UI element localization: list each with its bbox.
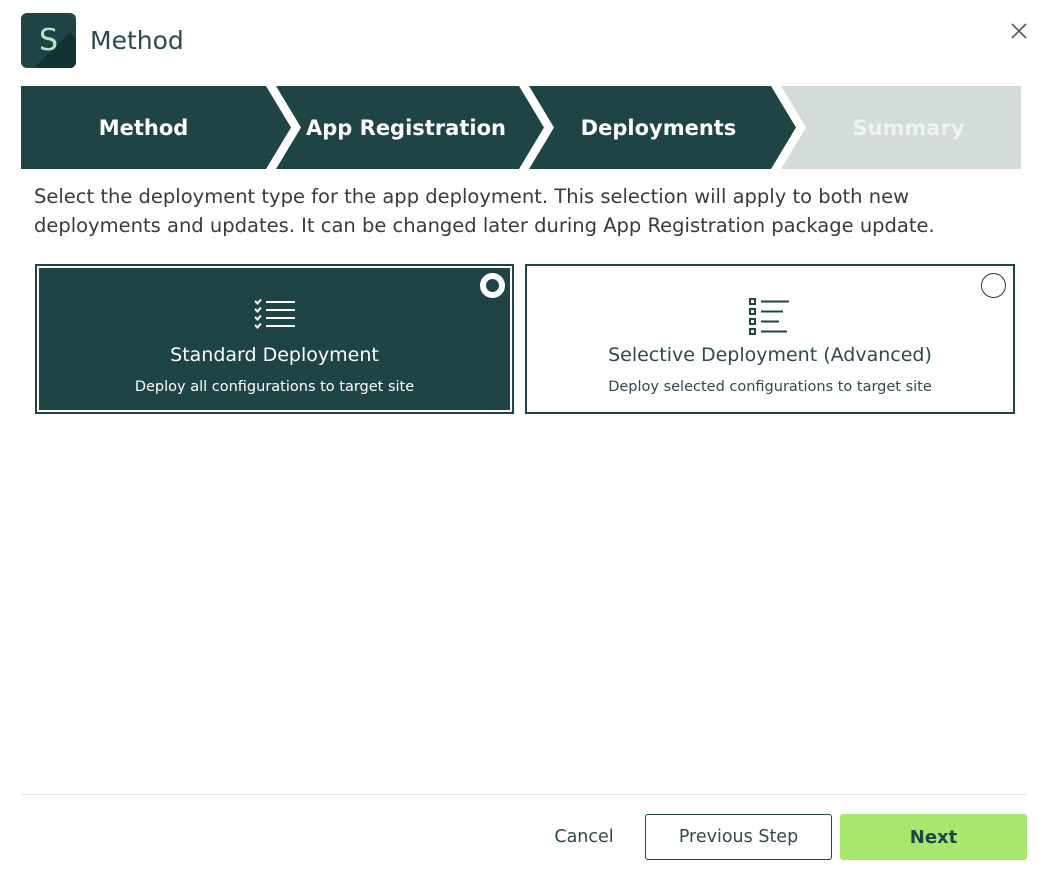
next-button[interactable]: Next bbox=[840, 814, 1027, 860]
option-subtitle: Deploy selected configurations to target… bbox=[608, 379, 932, 395]
step-summary: Summary bbox=[852, 115, 965, 140]
previous-step-button[interactable]: Previous Step bbox=[645, 814, 832, 860]
radio-unselected[interactable] bbox=[981, 273, 1006, 298]
option-selective-deployment[interactable]: Selective Deployment (Advanced) Deploy s… bbox=[525, 264, 1015, 414]
app-logo: S bbox=[21, 12, 76, 68]
option-title: Selective Deployment (Advanced) bbox=[608, 344, 932, 366]
select-list-icon bbox=[749, 298, 791, 341]
option-subtitle: Deploy all configurations to target site bbox=[134, 379, 415, 395]
wizard-stepper: Method App Registration Deployments Summ… bbox=[21, 86, 1021, 169]
radio-selected[interactable] bbox=[480, 273, 505, 298]
dialog-title: Method bbox=[90, 25, 184, 55]
option-title: Standard Deployment bbox=[170, 344, 379, 366]
step-app-registration[interactable]: App Registration bbox=[286, 86, 526, 169]
checklist-icon bbox=[253, 298, 297, 337]
logo-letter: S bbox=[38, 22, 59, 58]
step-method[interactable]: Method bbox=[21, 86, 266, 169]
dialog-header: S Method bbox=[21, 12, 184, 68]
footer-divider bbox=[21, 794, 1027, 795]
option-standard-deployment[interactable]: Standard Deployment Deploy all configura… bbox=[35, 264, 514, 414]
close-icon[interactable] bbox=[1008, 20, 1030, 42]
cancel-button[interactable]: Cancel bbox=[545, 814, 623, 860]
step-deployments[interactable]: Deployments bbox=[536, 86, 781, 169]
instructions-text: Select the deployment type for the app d… bbox=[34, 185, 935, 237]
